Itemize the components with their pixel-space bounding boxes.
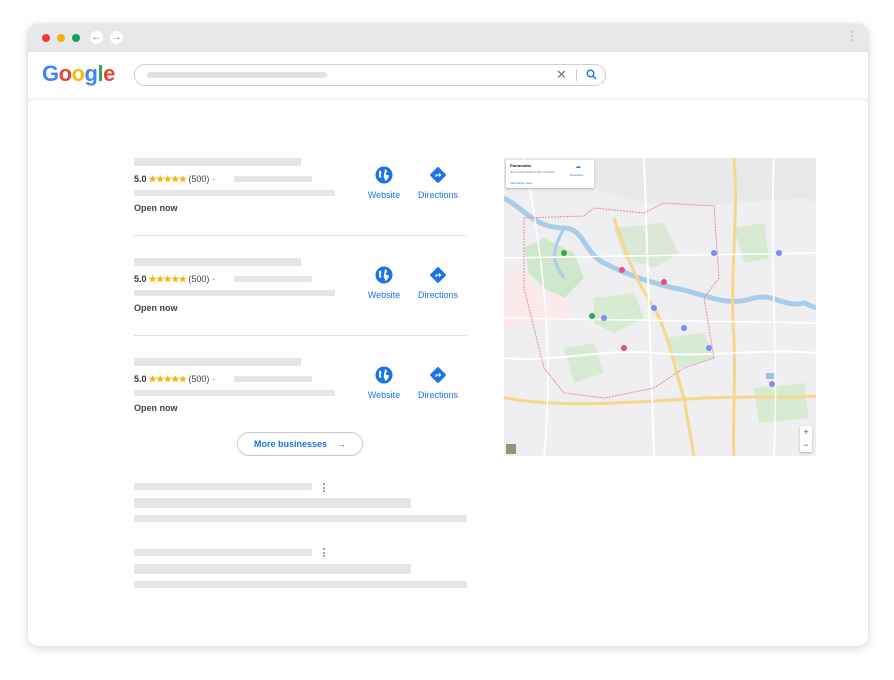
- search-icon[interactable]: [586, 69, 597, 80]
- rating-value: 5.0: [134, 374, 147, 384]
- browser-window: ← → Google ✕ 5.0 ★★★★★ (500) · Open now Web…: [28, 24, 868, 646]
- open-status: Open now: [134, 303, 178, 313]
- directions-label: Directions: [417, 390, 458, 400]
- clear-search-icon[interactable]: ✕: [556, 66, 567, 84]
- logo-letter: o: [71, 61, 85, 86]
- view-larger-map-link[interactable]: View larger map: [510, 181, 532, 185]
- map-info-card[interactable]: Parramatta New South Wales 2150, Austral…: [506, 160, 594, 188]
- star-rating-icon: ★★★★★: [148, 274, 187, 284]
- web-result-title-placeholder[interactable]: [134, 549, 312, 556]
- result-divider: [134, 235, 467, 236]
- separator: ·: [212, 374, 216, 384]
- result-title-placeholder[interactable]: [134, 258, 301, 266]
- website-label: Website: [367, 390, 401, 400]
- review-count[interactable]: (500): [188, 374, 209, 384]
- category-placeholder: [234, 176, 312, 182]
- arrow-right-icon: →: [111, 32, 122, 43]
- map-canvas[interactable]: [504, 158, 816, 456]
- street-view-thumbnail[interactable]: [506, 444, 516, 454]
- web-result-snippet-placeholder: [134, 581, 467, 588]
- result-divider: [134, 335, 467, 336]
- forward-button[interactable]: →: [110, 31, 123, 44]
- website-button[interactable]: Website: [354, 166, 414, 200]
- directions-icon: [430, 367, 446, 383]
- browser-toolbar: ← →: [28, 24, 868, 52]
- open-status: Open now: [134, 403, 178, 413]
- web-result-snippet-placeholder: [134, 498, 411, 508]
- review-count[interactable]: (500): [188, 274, 209, 284]
- map-place-title: Parramatta: [510, 163, 531, 168]
- directions-button[interactable]: Directions: [408, 166, 468, 200]
- rating-row: 5.0 ★★★★★ (500) ·: [134, 174, 215, 185]
- web-result-snippet-placeholder: [134, 564, 411, 574]
- separator: ·: [212, 274, 216, 284]
- open-status: Open now: [134, 203, 178, 213]
- minimize-window-dot[interactable]: [57, 34, 65, 42]
- globe-icon: [375, 366, 393, 384]
- website-label: Website: [367, 290, 401, 300]
- category-placeholder: [234, 276, 312, 282]
- separator: ·: [212, 174, 216, 184]
- google-logo[interactable]: Google: [42, 61, 115, 87]
- zoom-out-button[interactable]: −: [800, 439, 812, 452]
- search-input-placeholder[interactable]: [147, 72, 327, 78]
- close-window-dot[interactable]: [42, 34, 50, 42]
- maximize-window-dot[interactable]: [72, 34, 80, 42]
- category-placeholder: [234, 376, 312, 382]
- star-rating-icon: ★★★★★: [148, 374, 187, 384]
- directions-label: Directions: [417, 290, 458, 300]
- address-placeholder: [134, 290, 335, 296]
- directions-icon: [430, 267, 446, 283]
- arrow-left-icon: ←: [91, 32, 102, 43]
- rating-row: 5.0 ★★★★★ (500) ·: [134, 374, 215, 385]
- search-box[interactable]: ✕: [134, 64, 606, 86]
- result-title-placeholder[interactable]: [134, 358, 301, 366]
- result-title-placeholder[interactable]: [134, 158, 301, 166]
- search-divider: [576, 69, 577, 81]
- web-result-title-placeholder[interactable]: [134, 483, 312, 490]
- globe-icon: [375, 266, 393, 284]
- web-result-snippet-placeholder: [134, 515, 467, 522]
- arrow-right-icon: →: [337, 439, 347, 449]
- logo-letter: g: [84, 61, 98, 86]
- directions-button[interactable]: Directions: [408, 366, 468, 400]
- logo-letter: G: [42, 61, 59, 86]
- star-rating-icon: ★★★★★: [148, 174, 187, 184]
- logo-letter: o: [58, 61, 72, 86]
- directions-icon: [430, 167, 446, 183]
- rating-row: 5.0 ★★★★★ (500) ·: [134, 274, 215, 285]
- logo-letter: e: [103, 61, 115, 86]
- directions-button[interactable]: Directions: [408, 266, 468, 300]
- more-businesses-button[interactable]: More businesses →: [237, 432, 363, 456]
- search-header: Google ✕: [28, 52, 868, 98]
- more-options-icon[interactable]: [323, 548, 326, 559]
- address-placeholder: [134, 190, 335, 196]
- browser-menu-icon[interactable]: [850, 31, 854, 43]
- map-place-subtitle: New South Wales 2150, Australia: [510, 170, 555, 174]
- rating-value: 5.0: [134, 174, 147, 184]
- review-count[interactable]: (500): [188, 174, 209, 184]
- website-button[interactable]: Website: [354, 366, 414, 400]
- globe-icon: [375, 166, 393, 184]
- map-panel[interactable]: Parramatta New South Wales 2150, Austral…: [504, 158, 816, 456]
- more-businesses-label: More businesses: [253, 439, 328, 449]
- website-button[interactable]: Website: [354, 266, 414, 300]
- website-label: Website: [367, 190, 401, 200]
- directions-icon[interactable]: ➦: [576, 164, 581, 171]
- more-options-icon[interactable]: [323, 483, 326, 494]
- address-placeholder: [134, 390, 335, 396]
- directions-label: Directions: [417, 190, 458, 200]
- rating-value: 5.0: [134, 274, 147, 284]
- map-zoom-control[interactable]: + −: [800, 426, 812, 452]
- map-directions-link[interactable]: Directions: [570, 173, 583, 177]
- zoom-in-button[interactable]: +: [800, 426, 812, 439]
- back-button[interactable]: ←: [90, 31, 103, 44]
